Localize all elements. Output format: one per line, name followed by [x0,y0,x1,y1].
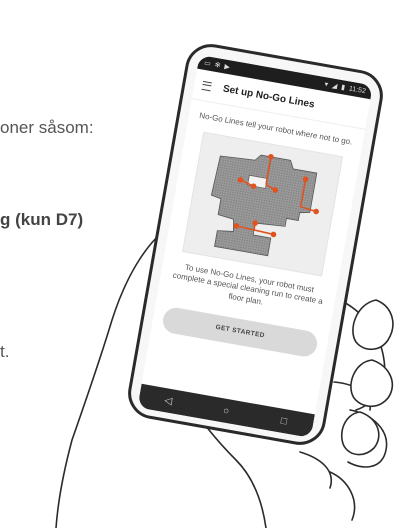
settings-notification-icon: ✻ [214,61,222,70]
no-go-line-2-start [268,153,274,160]
no-go-line-1-start [237,176,244,183]
no-go-line-3-end [313,208,320,214]
no-go-line-4-start [233,222,240,229]
setup-content: No-Go Lines tell your robot where not to… [142,99,366,414]
page-title: Set up No-Go Lines [222,83,316,111]
battery-icon: ▮ [340,84,346,92]
play-notification-icon: ▶ [223,63,231,72]
no-go-line-4-end [270,231,277,237]
home-icon[interactable]: ○ [213,399,240,423]
signal-icon: ◢ [331,82,338,91]
menu-icon[interactable] [201,80,213,91]
no-go-line-1-end [250,183,257,189]
wifi-icon: ▾ [323,81,329,89]
floor-plan-map [182,131,344,277]
no-go-line-4-mid [252,219,259,226]
recents-icon[interactable]: □ [270,409,297,433]
notification-icon: ▭ [203,59,212,68]
floor-plan-illustration [211,153,320,256]
no-go-line-3-start [302,175,309,182]
status-time: 11:52 [348,84,367,95]
no-go-line-2-end [272,186,279,193]
back-icon[interactable]: ◁ [155,389,182,413]
